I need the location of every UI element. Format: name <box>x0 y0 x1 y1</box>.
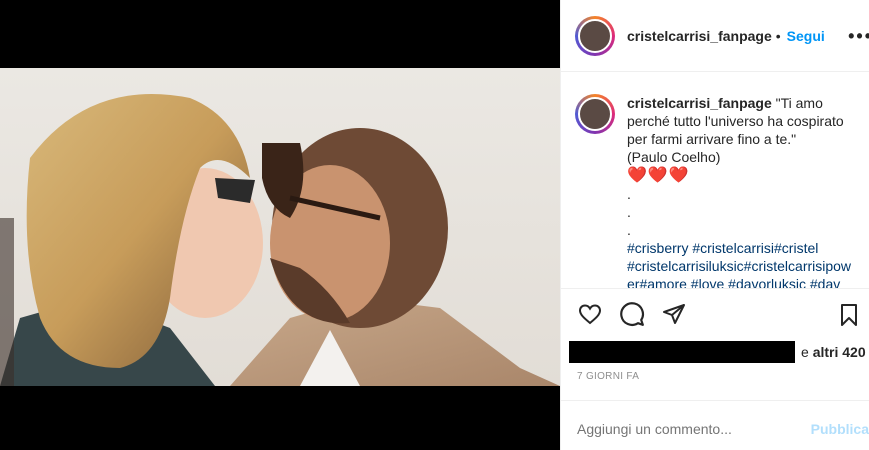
likes-count[interactable]: altri 420 <box>813 344 866 360</box>
action-bar <box>561 289 869 339</box>
post-photo[interactable] <box>0 68 560 386</box>
avatar[interactable] <box>575 15 615 56</box>
couple-kissing-photo <box>0 68 560 386</box>
publish-button[interactable]: Pubblica <box>811 421 869 437</box>
caption-area: cristelcarrisi_fanpage "Ti amo perché tu… <box>561 72 869 289</box>
caption-avatar[interactable] <box>575 94 615 134</box>
separator-dot: • <box>775 27 781 44</box>
likes-row: e altri 420 <box>561 339 869 365</box>
caption-text: cristelcarrisi_fanpage "Ti amo perché tu… <box>627 94 867 288</box>
heart-icon[interactable] <box>577 302 603 326</box>
post-header: cristelcarrisi_fanpage • Segui ••• <box>561 0 869 72</box>
caption-attribution: (Paulo Coelho) <box>627 149 721 165</box>
avatar-image <box>578 18 612 53</box>
comment-input[interactable] <box>577 420 797 437</box>
likes-conjunction: e <box>801 344 809 360</box>
hashtags[interactable]: #cristelcarrisiluksic#cristelcarrisipow <box>627 258 851 274</box>
post-timestamp[interactable]: 7 GIORNI FA <box>561 365 869 401</box>
caption-dot: . <box>627 222 631 238</box>
author-username[interactable]: cristelcarrisi_fanpage <box>627 28 772 44</box>
caption-username[interactable]: cristelcarrisi_fanpage <box>627 95 772 111</box>
caption-dot: . <box>627 204 631 220</box>
comment-icon[interactable] <box>619 301 645 327</box>
comment-box: Pubblica <box>561 401 869 450</box>
avatar-image <box>578 97 612 131</box>
redacted-likers <box>569 341 795 363</box>
likes-text[interactable]: e altri 420 <box>801 344 866 360</box>
post-media[interactable] <box>0 0 560 450</box>
post-side-panel: cristelcarrisi_fanpage • Segui ••• crist… <box>560 0 869 450</box>
follow-button[interactable]: Segui <box>787 28 825 44</box>
bookmark-icon[interactable] <box>839 303 859 327</box>
caption-hearts: ❤️❤️❤️ <box>627 167 690 184</box>
more-options-icon[interactable]: ••• <box>848 26 869 47</box>
hashtags[interactable]: er#amore #love #davorluksic #dav <box>627 276 840 288</box>
caption-dot: . <box>627 186 631 202</box>
hashtags[interactable]: #crisberry #cristelcarrisi#cristel <box>627 240 818 256</box>
share-icon[interactable] <box>661 302 687 326</box>
